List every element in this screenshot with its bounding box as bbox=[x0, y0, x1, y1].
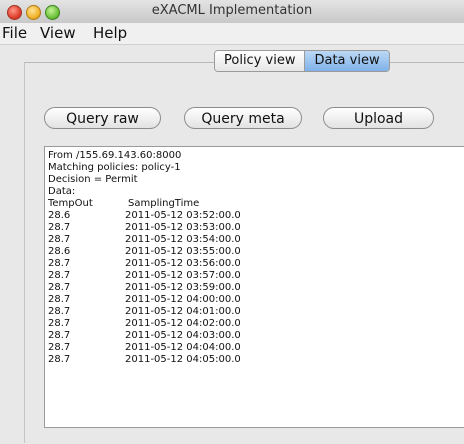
cell-time: 2011-05-12 03:56:00.0 bbox=[125, 258, 241, 269]
cell-time: 2011-05-12 03:55:00.0 bbox=[125, 246, 241, 257]
cell-time: 2011-05-12 04:00:00.0 bbox=[125, 294, 241, 305]
app-window: eXACML Implementation File View Help Pol… bbox=[0, 0, 464, 444]
table-row: 28.7 2011-05-12 03:59:00.0 bbox=[45, 282, 464, 294]
upload-button[interactable]: Upload bbox=[323, 107, 434, 129]
cell-temp: 28.6 bbox=[48, 246, 71, 257]
cell-time: 2011-05-12 03:57:00.0 bbox=[125, 270, 241, 281]
menu-view[interactable]: View bbox=[40, 24, 76, 42]
cell-time: 2011-05-12 03:52:00.0 bbox=[125, 210, 241, 221]
window-title: eXACML Implementation bbox=[151, 3, 313, 18]
cell-time: 2011-05-12 04:04:00.0 bbox=[125, 342, 241, 353]
cell-time: 2011-05-12 04:01:00.0 bbox=[125, 306, 241, 317]
menu-file[interactable]: File bbox=[2, 24, 27, 42]
cell-temp: 28.7 bbox=[48, 318, 71, 329]
table-row: 28.7 2011-05-12 04:02:00.0 bbox=[45, 318, 464, 330]
table-row: 28.7 2011-05-12 03:54:00.0 bbox=[45, 234, 464, 246]
cell-time: 2011-05-12 03:54:00.0 bbox=[125, 234, 241, 245]
title-bar: eXACML Implementation bbox=[0, 0, 464, 24]
data-label: Data: bbox=[48, 186, 76, 197]
table-row: 28.7 2011-05-12 03:56:00.0 bbox=[45, 258, 464, 270]
cell-temp: 28.7 bbox=[48, 330, 71, 341]
cell-time: 2011-05-12 04:03:00.0 bbox=[125, 330, 241, 341]
table-row: 28.7 2011-05-12 04:05:00.0 bbox=[45, 354, 464, 366]
table-row: 28.7 2011-05-12 03:53:00.0 bbox=[45, 222, 464, 234]
menu-help[interactable]: Help bbox=[93, 24, 127, 42]
cell-time: 2011-05-12 04:05:00.0 bbox=[125, 354, 241, 365]
column-header-samplingtime: SamplingTime bbox=[128, 198, 200, 209]
table-row: 28.6 2011-05-12 03:55:00.0 bbox=[45, 246, 464, 258]
output-text-area[interactable]: From /155.69.143.60:8000 Matching polici… bbox=[44, 146, 464, 428]
cell-time: 2011-05-12 03:59:00.0 bbox=[125, 282, 241, 293]
cell-temp: 28.7 bbox=[48, 294, 71, 305]
cell-temp: 28.7 bbox=[48, 222, 71, 233]
table-row: 28.7 2011-05-12 04:00:00.0 bbox=[45, 294, 464, 306]
data-rows: 28.6 2011-05-12 03:52:00.0 28.7 2011-05-12… bbox=[45, 210, 464, 366]
cell-time: 2011-05-12 04:02:00.0 bbox=[125, 318, 241, 329]
cell-temp: 28.7 bbox=[48, 234, 71, 245]
matching-policies-line: Matching policies: policy-1 bbox=[48, 162, 181, 173]
cell-temp: 28.7 bbox=[48, 342, 71, 353]
table-row: 28.7 2011-05-12 04:03:00.0 bbox=[45, 330, 464, 342]
cell-temp: 28.6 bbox=[48, 210, 71, 221]
table-row: 28.7 2011-05-12 03:57:00.0 bbox=[45, 270, 464, 282]
table-row: 28.7 2011-05-12 04:01:00.0 bbox=[45, 306, 464, 318]
cell-temp: 28.7 bbox=[48, 282, 71, 293]
cell-temp: 28.7 bbox=[48, 354, 71, 365]
cell-temp: 28.7 bbox=[48, 258, 71, 269]
table-row: 28.6 2011-05-12 03:52:00.0 bbox=[45, 210, 464, 222]
tab-data-view[interactable]: Data view bbox=[305, 51, 389, 71]
column-headers: TempOut SamplingTime bbox=[48, 198, 348, 210]
cell-temp: 28.7 bbox=[48, 306, 71, 317]
cell-time: 2011-05-12 03:53:00.0 bbox=[125, 222, 241, 233]
tab-policy-view[interactable]: Policy view bbox=[215, 51, 306, 71]
column-header-tempout: TempOut bbox=[48, 198, 93, 209]
decision-line: Decision = Permit bbox=[48, 174, 138, 185]
cell-temp: 28.7 bbox=[48, 270, 71, 281]
view-tabs: Policy view Data view bbox=[214, 50, 390, 72]
menu-bar: File View Help bbox=[0, 23, 464, 45]
query-raw-button[interactable]: Query raw bbox=[44, 107, 161, 129]
source-line: From /155.69.143.60:8000 bbox=[48, 150, 182, 161]
table-row: 28.7 2011-05-12 04:04:00.0 bbox=[45, 342, 464, 354]
query-meta-button[interactable]: Query meta bbox=[184, 107, 302, 129]
